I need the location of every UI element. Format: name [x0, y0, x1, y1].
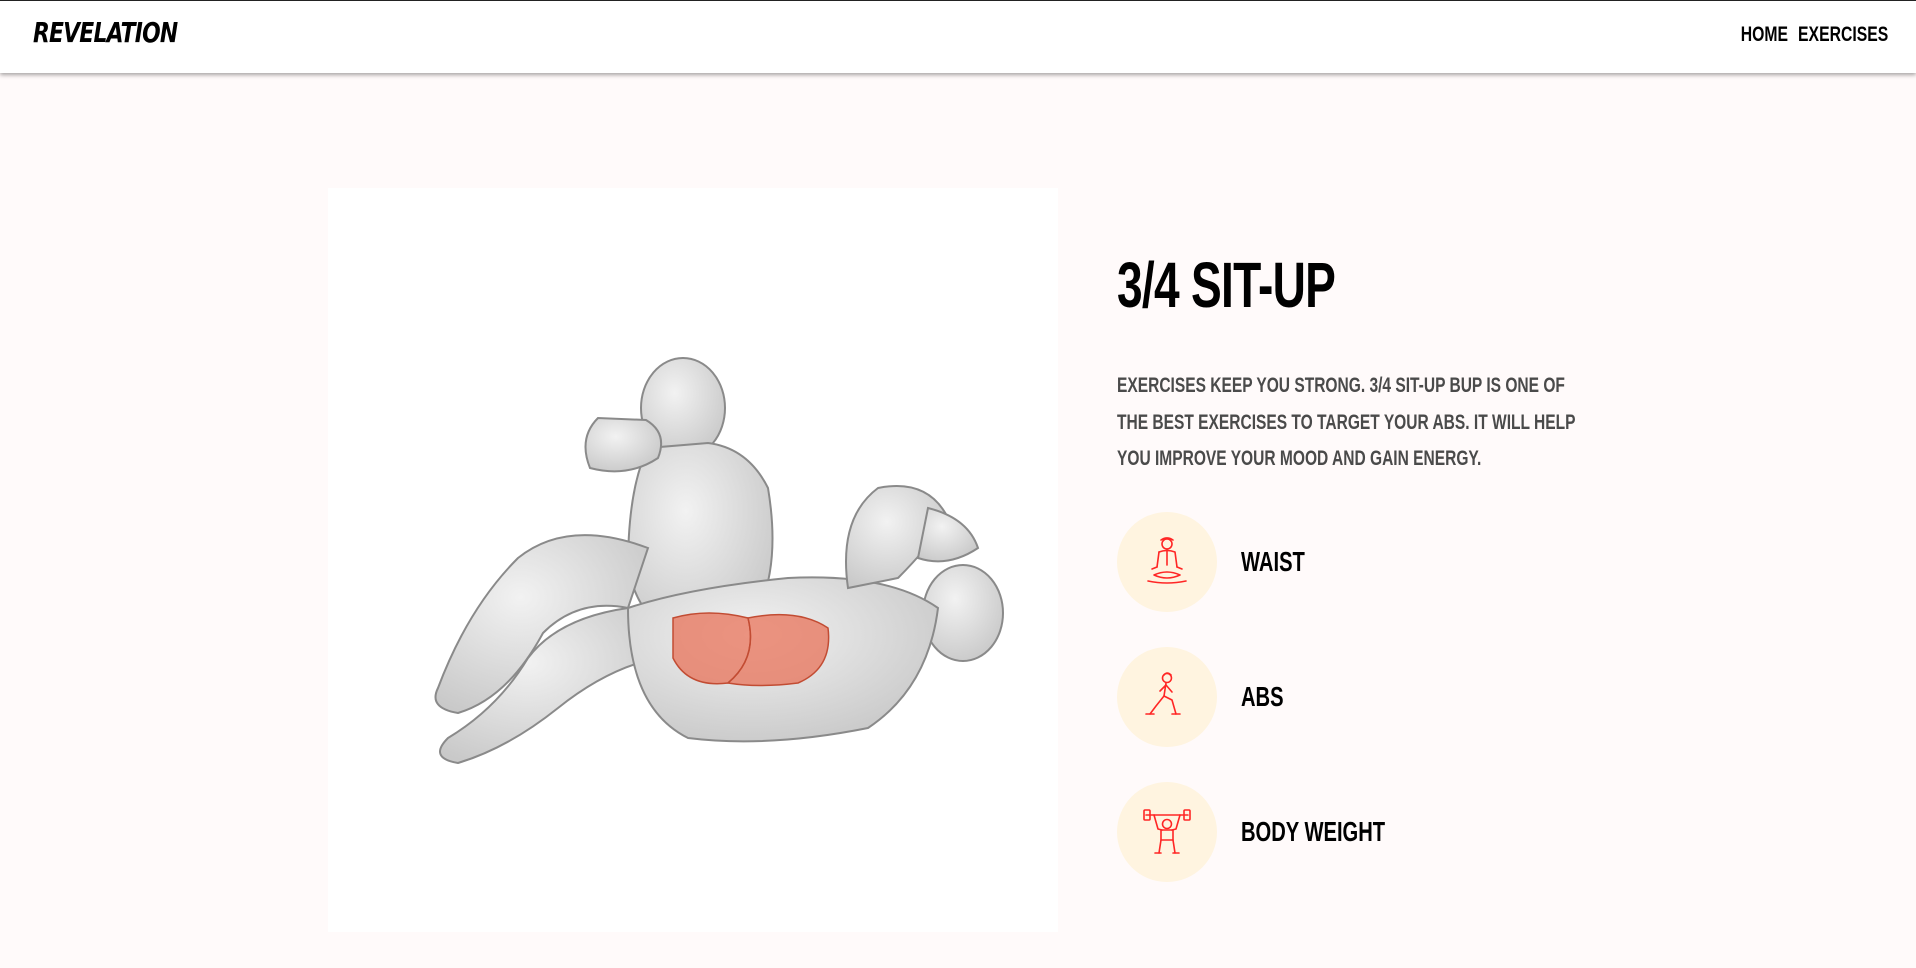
exercise-illustration: [434, 357, 1004, 765]
top-navbar: REVELATION HOME EXERCISES: [0, 0, 1916, 73]
nav-exercises-link[interactable]: EXERCISES: [1798, 23, 1888, 47]
nav-home-link[interactable]: HOME: [1741, 23, 1788, 47]
exercise-image: [328, 188, 1058, 932]
nav-links: HOME EXERCISES: [1725, 23, 1888, 47]
exercise-description: Exercises keep you strong. 3/4 sit-up bu…: [1117, 374, 1576, 470]
tag-icon-circle: [1117, 512, 1217, 612]
weightlifter-icon: [1143, 809, 1191, 854]
lunge-icon: [1145, 672, 1181, 715]
tag-icon-circle: [1117, 647, 1217, 747]
meditation-icon: [1147, 537, 1187, 584]
tag-abs[interactable]: ABS: [1117, 647, 1441, 747]
tag-body-weight[interactable]: BODY WEIGHT: [1117, 782, 1441, 882]
exercise-title: 3/4 SIT-UP: [1117, 249, 1336, 321]
exercise-tags: WAIST ABS BODY WEIGHT: [1117, 512, 1441, 917]
tag-label: BODY WEIGHT: [1241, 816, 1386, 847]
logo-link[interactable]: REVELATION: [33, 16, 178, 49]
tag-waist[interactable]: WAIST: [1117, 512, 1441, 612]
abs-highlight: [672, 612, 830, 687]
tag-icon-circle: [1117, 782, 1217, 882]
exercise-detail: 3/4 SIT-UP Exercises keep you strong. 3/…: [1117, 248, 1677, 478]
tag-label: WAIST: [1241, 546, 1305, 577]
tag-label: ABS: [1241, 681, 1284, 712]
